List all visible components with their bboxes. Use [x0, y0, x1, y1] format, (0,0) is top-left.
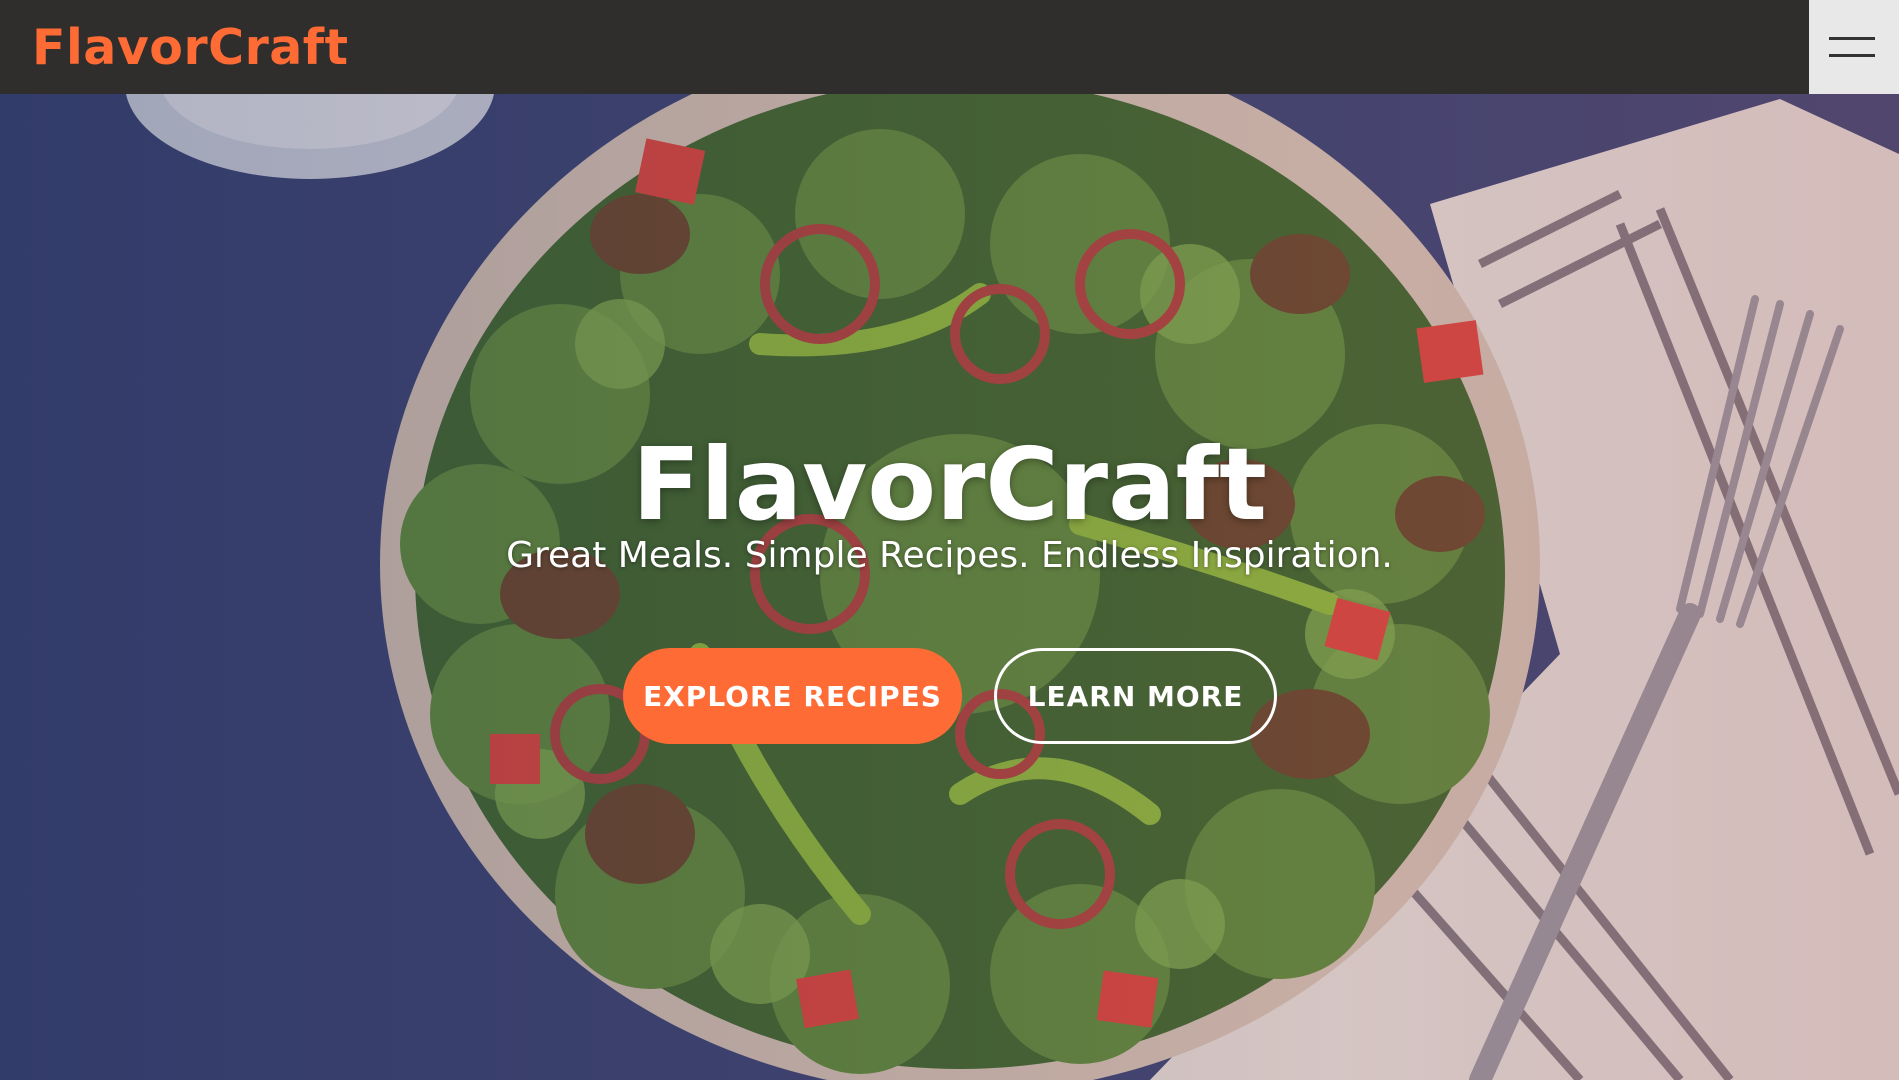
menu-button[interactable] [1809, 0, 1899, 94]
brand-logo[interactable]: FlavorCraft [32, 20, 349, 76]
hero-title: FlavorCraft [632, 426, 1267, 543]
hero-overlay [0, 94, 1899, 1080]
hero-subtitle: Great Meals. Simple Recipes. Endless Ins… [506, 535, 1393, 576]
explore-recipes-button[interactable]: EXPLORE RECIPES [623, 648, 962, 744]
site-header: FlavorCraft [0, 0, 1899, 94]
learn-more-button[interactable]: LEARN MORE [994, 648, 1277, 744]
hero-section [0, 94, 1899, 1080]
